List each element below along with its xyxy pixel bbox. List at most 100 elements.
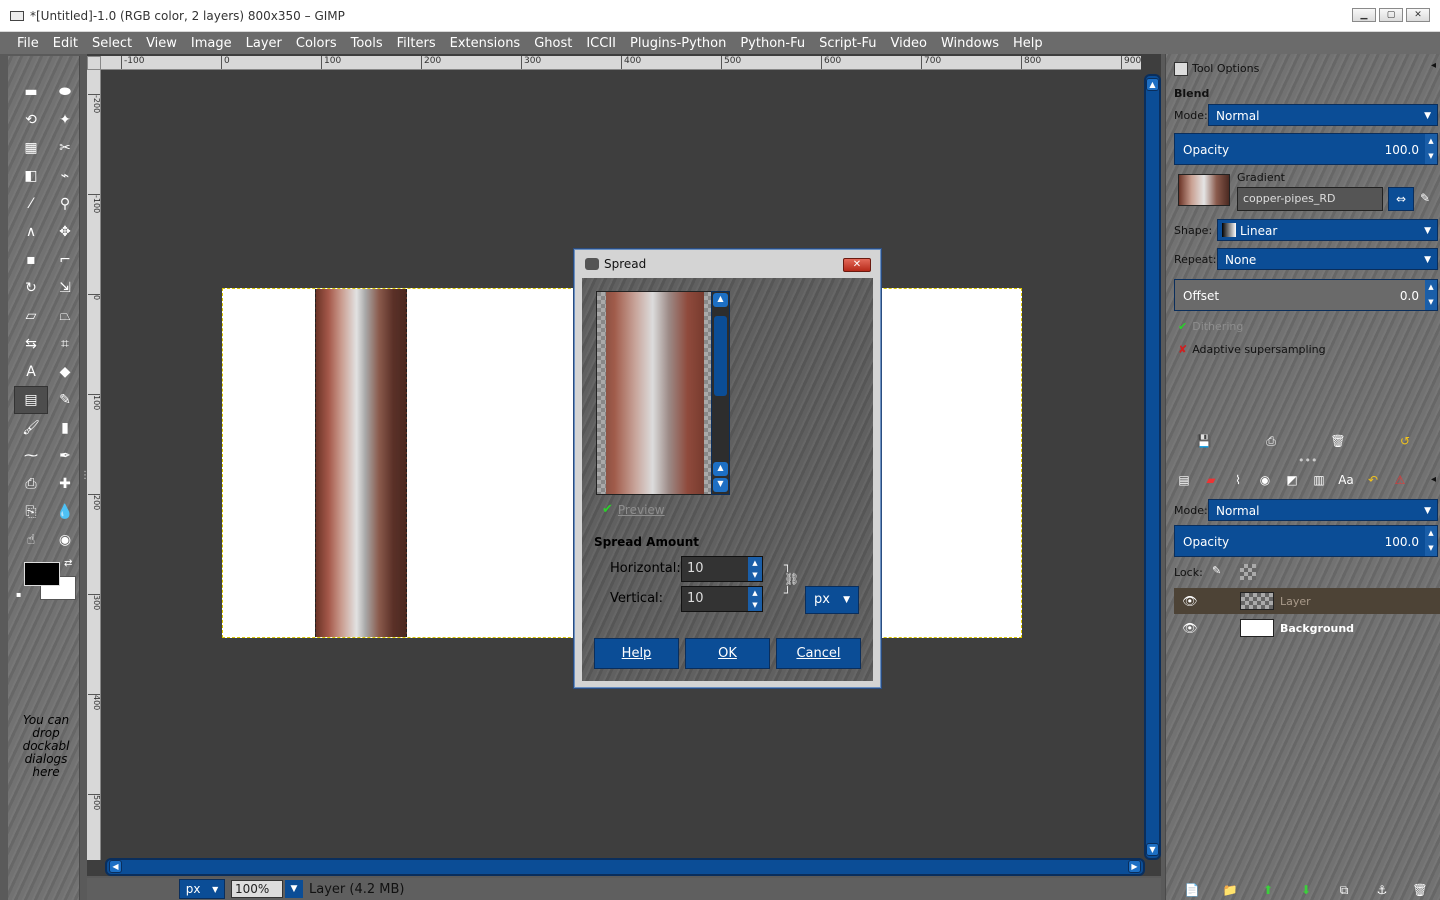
menu-view[interactable]: View (139, 36, 184, 51)
preview-scroll-thumb[interactable] (714, 316, 727, 396)
zoom-dropdown-icon[interactable]: ▼ (285, 880, 303, 898)
lock-pixels-icon[interactable]: ✎ (1212, 564, 1221, 577)
text-icon[interactable]: A (14, 358, 48, 386)
horizontal-spread-input[interactable]: 10 ▲ ▼ (681, 556, 763, 582)
zoom-icon[interactable]: ⚲ (48, 190, 82, 218)
menu-ghost[interactable]: Ghost (527, 36, 579, 51)
layers-tab-icon[interactable]: ▤ (1174, 471, 1194, 489)
preview-scrollbar[interactable]: ▲ ▲ ▼ (711, 291, 730, 495)
smudge-icon[interactable]: ☝ (14, 526, 48, 554)
dodge-burn-icon[interactable]: ◉ (48, 526, 82, 554)
cage-icon[interactable]: ⌗ (48, 330, 82, 358)
scroll-right-arrow-icon[interactable]: ▶ (1128, 860, 1141, 873)
flip-icon[interactable]: ⇆ (14, 330, 48, 358)
lower-layer-icon[interactable]: ⬇ (1296, 881, 1316, 899)
foreground-select-icon[interactable]: ◧ (14, 162, 48, 190)
airbrush-icon[interactable]: ⁓ (14, 442, 48, 470)
paths-icon[interactable]: ⌁ (48, 162, 82, 190)
blend-icon[interactable]: ▤ (14, 386, 48, 414)
ink-icon[interactable]: ✒ (48, 442, 82, 470)
menu-windows[interactable]: Windows (934, 36, 1006, 51)
reset-options-icon[interactable]: ↺ (1395, 432, 1415, 450)
tab-menu-icon[interactable]: ◂ (1431, 474, 1436, 485)
menu-file[interactable]: File (10, 36, 46, 51)
zoom-input[interactable]: 100% (231, 880, 283, 898)
swap-colors-icon[interactable]: ⇄ (64, 558, 72, 569)
lock-alpha-icon[interactable] (1240, 564, 1256, 580)
repeat-select[interactable]: None ▼ (1217, 248, 1438, 270)
dock-separator-handle[interactable]: ••• (1298, 454, 1317, 467)
menu-image[interactable]: Image (184, 36, 239, 51)
move-icon[interactable]: ✥ (48, 218, 82, 246)
menu-extensions[interactable]: Extensions (443, 36, 528, 51)
new-layer-icon[interactable]: 📄 (1182, 881, 1202, 899)
raise-layer-icon[interactable]: ⬆ (1258, 881, 1278, 899)
dialog-titlebar[interactable]: Spread ✕ (575, 250, 880, 278)
horizontal-ruler[interactable]: -100 0 100 200 300 400 500 600 700 800 900 (101, 56, 1141, 70)
foreground-color-swatch[interactable] (24, 562, 60, 586)
scroll-down-arrow-icon[interactable]: ▼ (713, 478, 728, 492)
clone-icon[interactable]: ⎙ (14, 470, 48, 498)
quick-mask-corner-button[interactable] (87, 56, 101, 70)
filter-preview[interactable] (596, 291, 714, 495)
spread-unit-select[interactable]: px ▼ (805, 586, 859, 614)
bucket-fill-icon[interactable]: ◆ (48, 358, 82, 386)
unit-selector[interactable]: px ▼ (179, 879, 225, 899)
tab-menu-icon[interactable]: ◂ (1431, 60, 1436, 71)
vertical-stepper-icon[interactable]: ▲ ▼ (748, 587, 762, 611)
fg-bg-color-area[interactable]: ⇄ ▪ (16, 558, 76, 604)
ok-button[interactable]: OK (685, 638, 770, 669)
vertical-ruler[interactable]: -200 -100 0 100 200 300 400 500 (87, 70, 101, 860)
dithering-checkbox[interactable]: ✔ Dithering (1178, 320, 1243, 333)
menu-script-fu[interactable]: Script-Fu (812, 36, 883, 51)
offset-stepper-icon[interactable]: ▲ ▼ (1425, 280, 1437, 310)
crop-icon[interactable]: ⌐ (48, 246, 82, 274)
duplicate-layer-icon[interactable]: ⧉ (1334, 881, 1354, 899)
blend-mode-select[interactable]: Normal ▼ (1208, 104, 1438, 126)
delete-options-icon[interactable]: 🗑 (1328, 432, 1348, 450)
gradient-shape-select[interactable]: Linear ▼ (1217, 219, 1438, 241)
vertical-scrollbar[interactable]: ▲ ▼ (1144, 74, 1161, 860)
delete-layer-icon[interactable]: 🗑 (1410, 881, 1430, 899)
undo-history-tab-icon[interactable]: ↶ (1363, 471, 1383, 489)
layer-row[interactable]: 👁 Layer (1174, 588, 1440, 614)
scroll-up-arrow-icon[interactable]: ▲ (1146, 78, 1159, 91)
opacity-spinner[interactable]: Opacity 100.0 ▲ ▼ (1174, 133, 1438, 165)
layer-opacity-spinner[interactable]: Opacity 100.0 ▲ ▼ (1174, 525, 1438, 557)
close-window-button[interactable]: ✕ (1406, 8, 1430, 22)
minimize-button[interactable]: ▁ (1352, 8, 1376, 22)
menu-video[interactable]: Video (884, 36, 934, 51)
scroll-up-arrow-icon[interactable]: ▲ (713, 462, 728, 476)
ellipse-select-icon[interactable]: ⬬ (48, 78, 82, 106)
edit-gradient-icon[interactable]: ✎ (1420, 191, 1430, 205)
heal-icon[interactable]: ✚ (48, 470, 82, 498)
brushes-tab-icon[interactable]: ◉ (1255, 471, 1275, 489)
save-options-icon[interactable]: 💾 (1194, 432, 1214, 450)
paths-tab-icon[interactable]: ⌇ (1228, 471, 1248, 489)
fuzzy-select-icon[interactable]: ✦ (48, 106, 82, 134)
channels-tab-icon[interactable]: ▰ (1201, 471, 1221, 489)
align-icon[interactable]: ▪ (14, 246, 48, 274)
pencil-icon[interactable]: ✎ (48, 386, 82, 414)
patterns-tab-icon[interactable]: ◩ (1282, 471, 1302, 489)
menu-colors[interactable]: Colors (289, 36, 344, 51)
help-button[interactable]: Help (594, 638, 679, 669)
cancel-button[interactable]: Cancel (776, 638, 861, 669)
select-by-color-icon[interactable]: ▦ (14, 134, 48, 162)
rotate-icon[interactable]: ↻ (14, 274, 48, 302)
adaptive-supersampling-checkbox[interactable]: ✘ Adaptive supersampling (1178, 343, 1326, 356)
offset-spinner[interactable]: Offset 0.0 ▲ ▼ (1174, 279, 1438, 311)
horizontal-stepper-icon[interactable]: ▲ ▼ (748, 557, 762, 581)
chain-link-icon[interactable]: ┐ ⛓ ┘ (784, 558, 799, 608)
menu-select[interactable]: Select (85, 36, 139, 51)
tool-options-tab-icon[interactable] (1174, 62, 1188, 76)
shear-icon[interactable]: ▱ (14, 302, 48, 330)
menu-tools[interactable]: Tools (344, 36, 390, 51)
anchor-layer-icon[interactable]: ⚓ (1372, 881, 1392, 899)
opacity-stepper-icon[interactable]: ▲ ▼ (1425, 134, 1437, 164)
reverse-gradient-icon[interactable]: ⇔ (1388, 187, 1414, 211)
gradient-name-field[interactable]: copper-pipes_RD (1237, 187, 1383, 211)
horizontal-scrollbar[interactable]: ◀ ▶ (105, 858, 1145, 876)
color-picker-icon[interactable]: ⁄ (14, 190, 48, 218)
layer-mode-select[interactable]: Normal ▼ (1208, 499, 1438, 521)
